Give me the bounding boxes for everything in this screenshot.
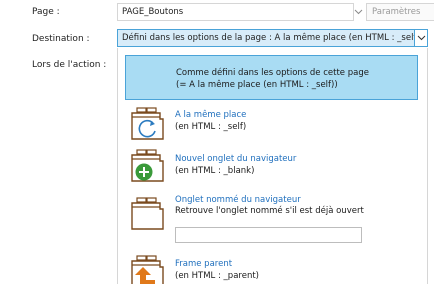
option-default-line1: Comme défini dans les options de cette p…: [176, 68, 369, 78]
option-self-title: A la même place: [175, 110, 247, 120]
browser-window-parent-icon: [131, 255, 164, 284]
option-blank-sub: (en HTML : _blank): [175, 166, 255, 176]
option-default-page-setting[interactable]: Comme défini dans les options de cette p…: [125, 55, 418, 100]
action-label: Lors de l'action :: [32, 60, 107, 70]
chevron-down-icon: [417, 35, 426, 41]
option-parent[interactable]: Frame parent (en HTML : _parent): [125, 253, 418, 284]
browser-window-new-tab-icon: [131, 149, 164, 182]
page-dropdown-button[interactable]: [354, 3, 364, 21]
browser-window-refresh-icon: [131, 107, 164, 140]
option-self-sub: (en HTML : _self): [175, 122, 247, 132]
option-default-line2: (= A la même place (en HTML : _self)): [176, 80, 338, 90]
option-blank-title: Nouvel onglet du navigateur: [175, 154, 297, 164]
page-field[interactable]: PAGE_Boutons: [117, 3, 354, 21]
chevron-down-icon: [354, 9, 363, 15]
page-label: Page :: [32, 7, 60, 17]
option-self[interactable]: A la même place (en HTML : _self): [125, 104, 418, 144]
option-named-title: Onglet nommé du navigateur: [175, 195, 301, 205]
option-blank[interactable]: Nouvel onglet du navigateur (en HTML : _…: [125, 148, 418, 188]
destination-dropdown-button[interactable]: [414, 30, 427, 46]
destination-select[interactable]: Défini dans les options de la page : A l…: [117, 29, 428, 47]
browser-window-named-icon: [131, 197, 164, 230]
parameters-button[interactable]: Paramètres: [366, 3, 434, 21]
destination-label: Destination :: [32, 34, 90, 44]
option-parent-sub: (en HTML : _parent): [175, 271, 259, 281]
option-named[interactable]: Onglet nommé du navigateur Retrouve l'on…: [125, 193, 418, 251]
option-parent-title: Frame parent: [175, 259, 233, 269]
named-tab-input[interactable]: [175, 227, 362, 243]
option-named-sub: Retrouve l'onglet nommé s'il est déjà ou…: [175, 206, 364, 216]
